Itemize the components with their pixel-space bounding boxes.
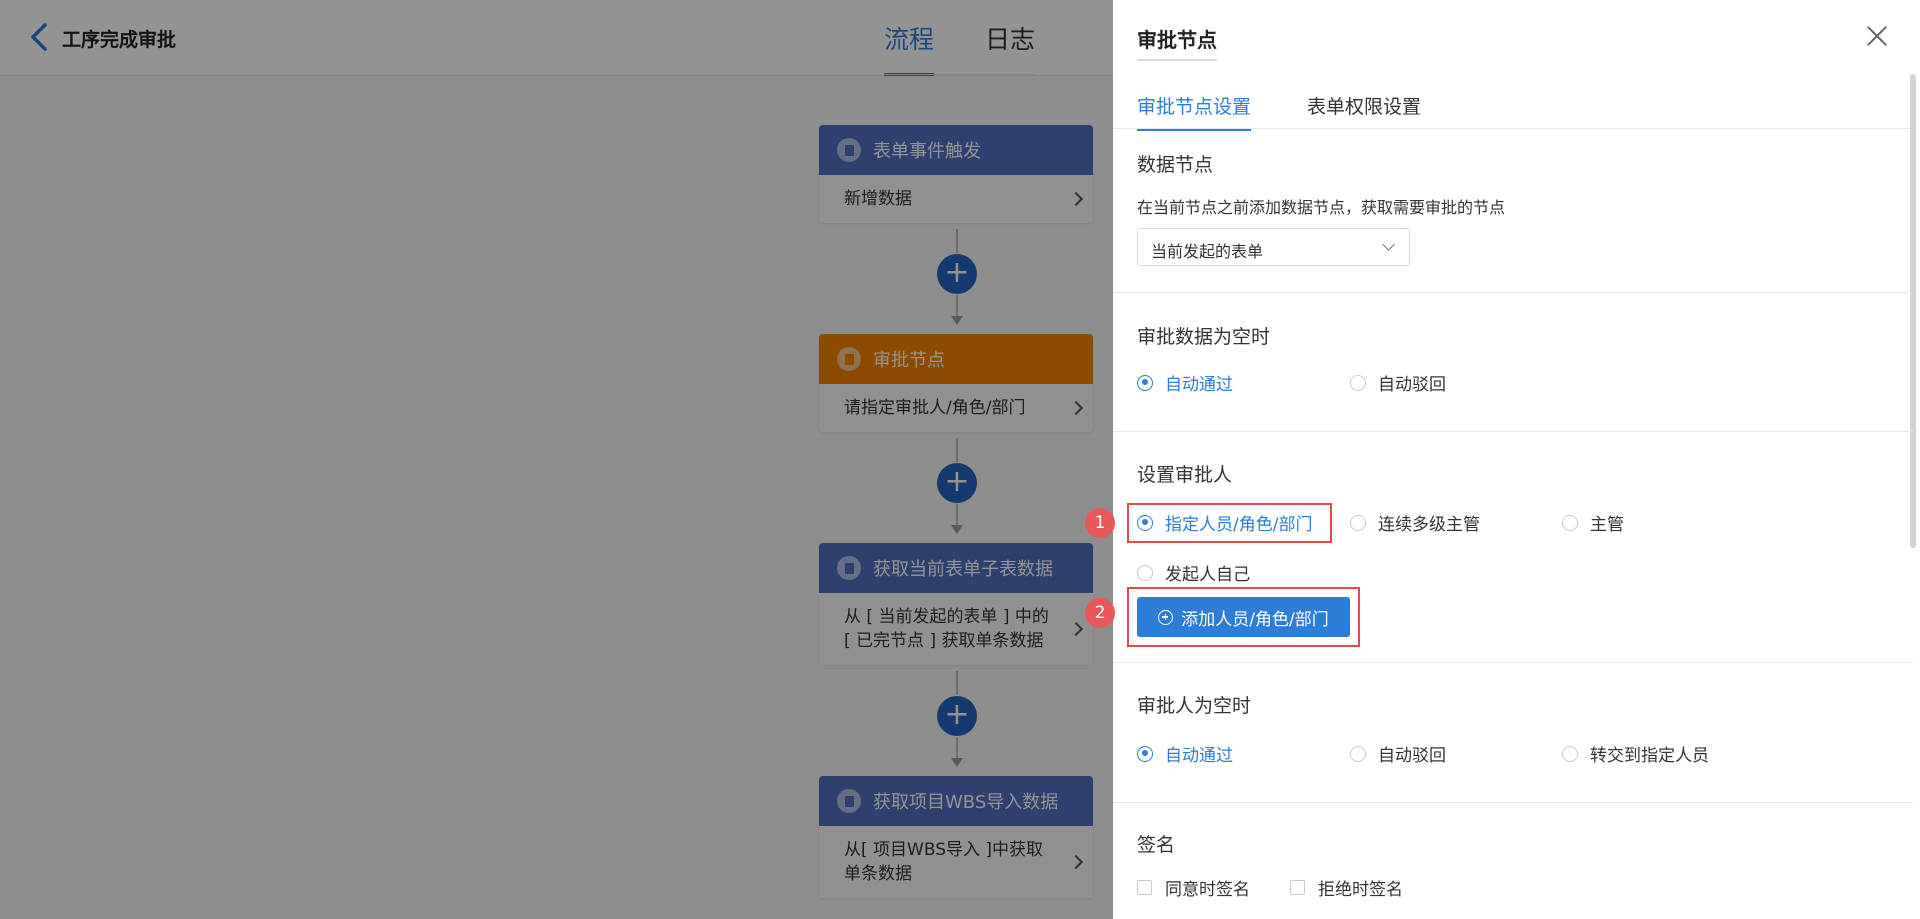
modal-overlay[interactable] (0, 0, 1113, 919)
radio-circle (1562, 514, 1578, 531)
radio-empty-approver-transfer[interactable]: 转交到指定人员 (1562, 741, 1709, 766)
scrollbar[interactable] (1910, 74, 1916, 548)
annotation-badge-1: 1 (1085, 508, 1115, 538)
tab-approval-settings[interactable]: 审批节点设置 (1137, 92, 1252, 131)
radio-label: 自动驳回 (1378, 746, 1446, 766)
radio-approver-supervisor[interactable]: 主管 (1562, 510, 1624, 535)
radio-empty-data-auto-pass[interactable]: 自动通过 (1137, 370, 1233, 395)
radio-label: 自动通过 (1165, 375, 1233, 395)
section-title-data-node: 数据节点 (1137, 154, 1214, 176)
radio-label: 自动驳回 (1378, 375, 1446, 395)
section-title-empty-data: 审批数据为空时 (1137, 326, 1271, 348)
close-icon[interactable] (1867, 26, 1887, 46)
radio-empty-data-auto-reject[interactable]: 自动驳回 (1350, 370, 1446, 395)
select-value: 当前发起的表单 (1151, 242, 1264, 261)
checkbox-label: 同意时签名 (1165, 880, 1250, 900)
section-divider (1113, 802, 1913, 803)
radio-circle (1137, 374, 1153, 391)
radio-label: 主管 (1590, 515, 1624, 535)
checkbox-sign-on-reject[interactable]: 拒绝时签名 (1290, 875, 1403, 900)
section-divider (1113, 662, 1913, 663)
radio-circle (1137, 745, 1153, 762)
radio-circle (1350, 514, 1366, 531)
checkbox-box (1290, 880, 1305, 895)
radio-label: 转交到指定人员 (1590, 746, 1709, 766)
annotation-badge-2: 2 (1085, 598, 1115, 628)
checkbox-box (1137, 880, 1152, 895)
checkbox-label: 拒绝时签名 (1318, 880, 1403, 900)
checkbox-sign-on-approve[interactable]: 同意时签名 (1137, 875, 1250, 900)
radio-circle (1137, 564, 1153, 581)
button-label: 添加人员/角色/部门 (1181, 609, 1329, 630)
radio-approver-specified[interactable]: 指定人员/角色/部门 (1137, 510, 1312, 535)
data-node-description: 在当前节点之前添加数据节点，获取需要审批的节点 (1137, 198, 1506, 217)
add-approver-button[interactable]: 添加人员/角色/部门 (1137, 597, 1350, 637)
radio-approver-multi-level[interactable]: 连续多级主管 (1350, 510, 1480, 535)
radio-circle (1350, 374, 1366, 391)
radio-label: 指定人员/角色/部门 (1165, 515, 1313, 535)
radio-empty-approver-auto-pass[interactable]: 自动通过 (1137, 741, 1233, 766)
section-divider (1113, 431, 1913, 432)
tab-form-permissions[interactable]: 表单权限设置 (1307, 92, 1421, 129)
radio-circle (1562, 745, 1578, 762)
radio-approver-initiator[interactable]: 发起人自己 (1137, 560, 1250, 585)
radio-label: 连续多级主管 (1378, 515, 1480, 535)
drawer-title: 审批节点 (1137, 24, 1217, 61)
tab-divider (1113, 128, 1913, 129)
radio-label: 发起人自己 (1165, 565, 1250, 585)
radio-empty-approver-auto-reject[interactable]: 自动驳回 (1350, 741, 1446, 766)
section-title-empty-approver: 审批人为空时 (1137, 695, 1252, 717)
section-divider (1113, 292, 1913, 293)
plus-circle-icon (1158, 609, 1174, 625)
radio-circle (1137, 514, 1153, 531)
chevron-down-icon (1382, 238, 1395, 251)
data-node-select[interactable]: 当前发起的表单 (1137, 228, 1410, 266)
radio-circle (1350, 745, 1366, 762)
section-title-signature: 签名 (1137, 834, 1176, 856)
radio-label: 自动通过 (1165, 746, 1233, 766)
section-title-approver: 设置审批人 (1137, 464, 1233, 486)
approval-node-drawer: 审批节点 审批节点设置 表单权限设置 数据节点 在当前节点之前添加数据节点，获取… (1085, 0, 1920, 919)
